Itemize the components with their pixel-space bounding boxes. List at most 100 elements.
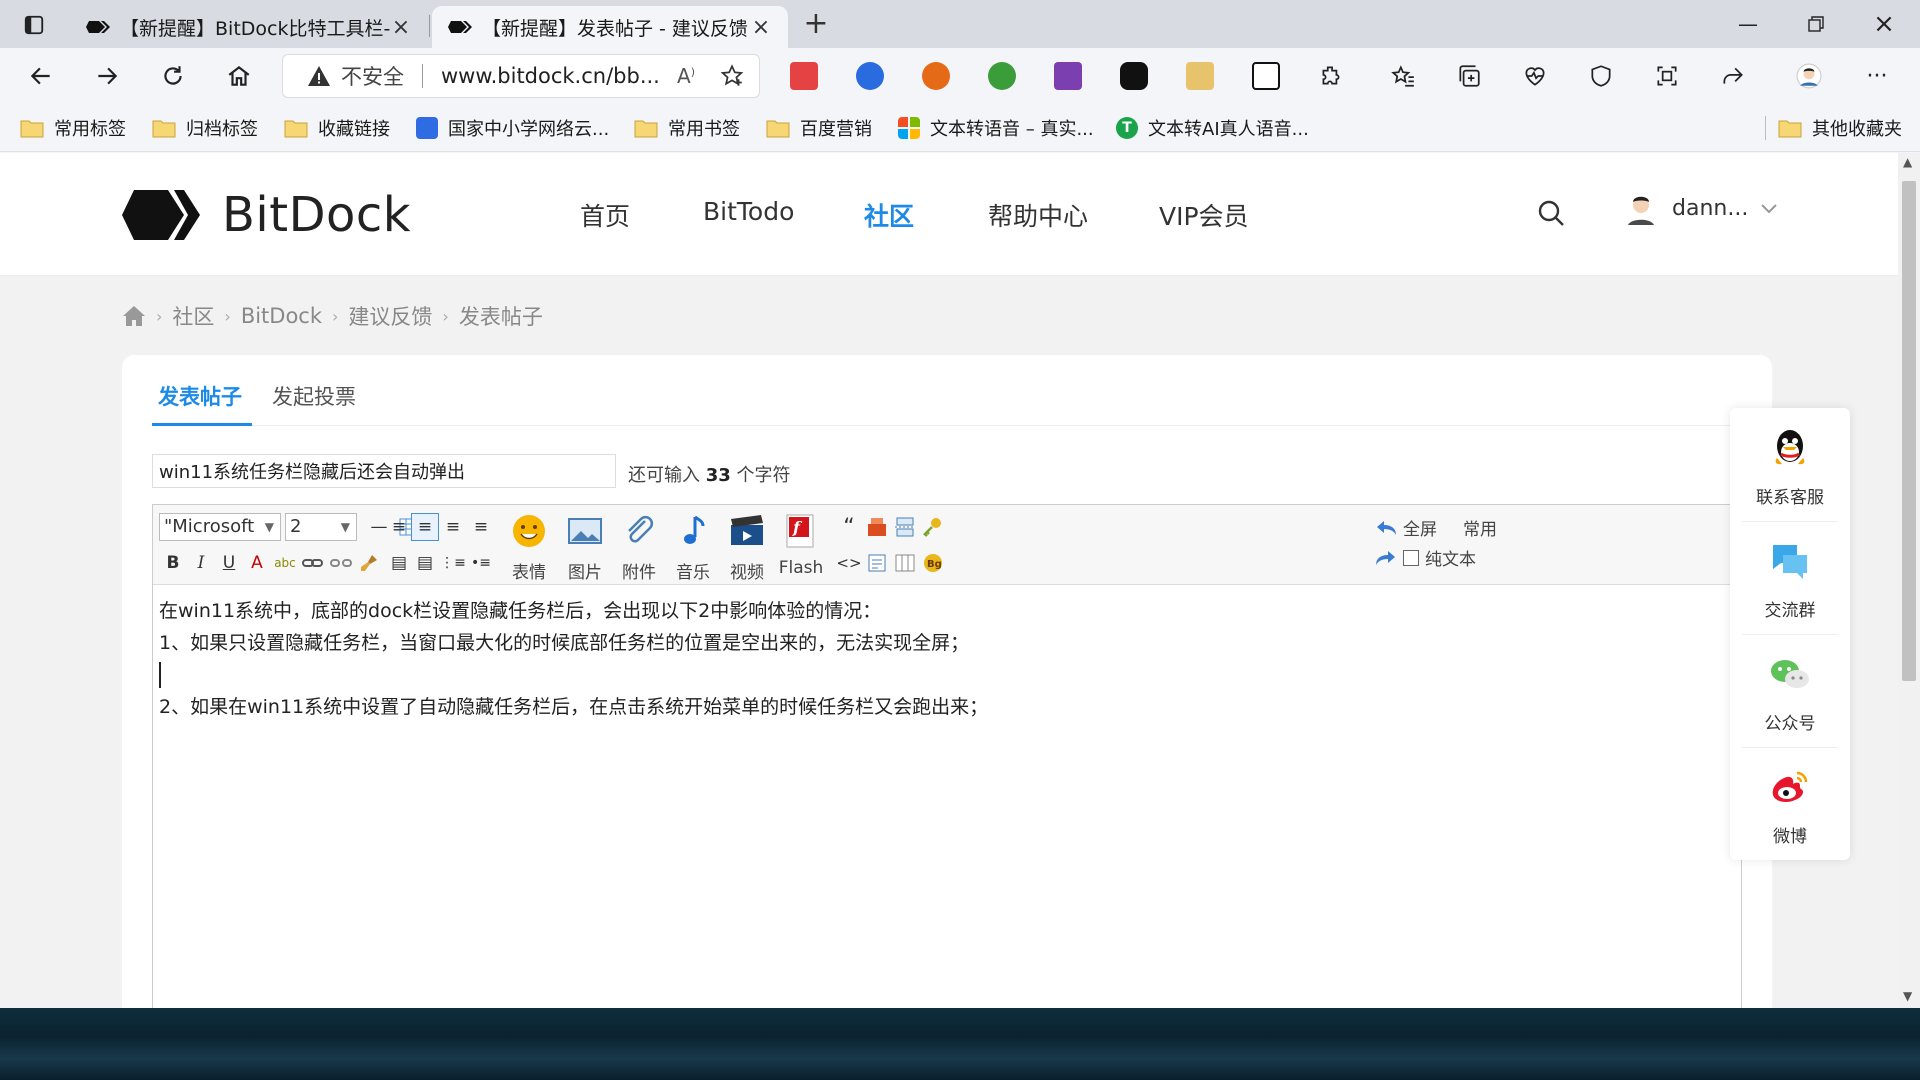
scroll-up-icon[interactable]: ▲ bbox=[1903, 155, 1912, 169]
align-center-button[interactable]: ≡ bbox=[439, 513, 467, 541]
extension-blue-icon[interactable] bbox=[856, 62, 884, 90]
more-menu-button[interactable]: ··· bbox=[1856, 56, 1898, 96]
search-icon[interactable] bbox=[1535, 197, 1567, 229]
italic-button[interactable]: I bbox=[187, 549, 215, 577]
tab-bitdock-manage[interactable]: 【新提醒】BitDock比特工具栏-管理 × bbox=[70, 6, 428, 48]
image-button[interactable]: 图片 bbox=[559, 513, 611, 583]
quote-button[interactable]: “ bbox=[835, 513, 863, 541]
align-right-button[interactable]: ≡ bbox=[385, 513, 413, 541]
security-button[interactable] bbox=[1580, 56, 1622, 96]
tab-start-poll[interactable]: 发起投票 bbox=[272, 381, 356, 411]
link-button[interactable] bbox=[299, 549, 327, 577]
close-window-button[interactable]: × bbox=[1850, 0, 1918, 48]
page-break-button[interactable] bbox=[891, 513, 919, 541]
extension-notion-icon[interactable] bbox=[1252, 62, 1280, 90]
extensions-button[interactable] bbox=[1310, 56, 1352, 96]
align-justify-button[interactable]: ≡ bbox=[467, 513, 495, 541]
tab-post-thread[interactable]: 发表帖子 bbox=[158, 381, 242, 411]
reload-button[interactable] bbox=[152, 56, 194, 96]
back-button[interactable] bbox=[20, 56, 62, 96]
font-color-button[interactable]: A bbox=[243, 549, 271, 577]
tab-post-thread[interactable]: 【新提醒】发表帖子 - 建议反馈 - B × bbox=[432, 6, 788, 48]
user-menu[interactable]: dann... bbox=[1622, 189, 1778, 227]
float-left-button[interactable]: ▤ bbox=[385, 549, 413, 577]
read-aloud-icon[interactable]: A) bbox=[677, 64, 703, 88]
extension-eyes-icon[interactable] bbox=[1120, 62, 1148, 90]
bookmark-folder-other[interactable]: 其他收藏夹 bbox=[1778, 114, 1902, 142]
breadcrumb-bitdock[interactable]: BitDock bbox=[241, 304, 322, 328]
free-content-button[interactable] bbox=[863, 513, 891, 541]
ordered-list-button[interactable]: ⋮≡ bbox=[439, 549, 467, 577]
bookmark-folder[interactable]: 归档标签 bbox=[152, 114, 258, 142]
align-left-button[interactable]: ≡ bbox=[411, 513, 439, 541]
float-right-button[interactable]: ▤ bbox=[411, 549, 439, 577]
breadcrumb-community[interactable]: 社区 bbox=[172, 301, 214, 331]
address-bar[interactable]: 不安全 www.bitdock.cn/bb... A) bbox=[282, 54, 760, 98]
site-logo[interactable]: BitDock bbox=[122, 187, 411, 243]
bookmark-link[interactable]: 文本转语音 – 真实... bbox=[898, 114, 1094, 142]
video-button[interactable]: 视频 bbox=[721, 513, 773, 583]
unlink-button[interactable] bbox=[327, 549, 355, 577]
scrollbar-thumb[interactable] bbox=[1902, 181, 1916, 681]
extension-notes-icon[interactable] bbox=[790, 62, 818, 90]
page-scrollbar[interactable]: ▲ ▼ bbox=[1898, 153, 1920, 1008]
home-button[interactable] bbox=[218, 56, 260, 96]
music-button[interactable]: 音乐 bbox=[667, 513, 719, 583]
favorites-button[interactable] bbox=[1382, 56, 1424, 96]
bookmark-folder[interactable]: 收藏链接 bbox=[284, 114, 390, 142]
tab-actions-button[interactable] bbox=[14, 10, 54, 40]
editor-content[interactable]: 在win11系统中，底部的dock栏设置隐藏任务栏后，会出现以下2中影响体验的情… bbox=[159, 595, 1729, 723]
title-input[interactable] bbox=[152, 454, 616, 488]
bookmark-link[interactable]: T 文本转AI真人语音... bbox=[1116, 114, 1309, 142]
password-button[interactable] bbox=[919, 513, 947, 541]
clear-format-button[interactable] bbox=[355, 549, 383, 577]
home-icon[interactable] bbox=[122, 305, 146, 327]
close-tab-icon[interactable]: × bbox=[750, 15, 772, 40]
nav-help-center[interactable]: 帮助中心 bbox=[988, 197, 1088, 233]
extension-onenote-icon[interactable] bbox=[1054, 62, 1082, 90]
nav-community[interactable]: 社区 bbox=[864, 197, 914, 233]
background-color-button[interactable]: Bg bbox=[919, 549, 947, 577]
insert-doc-button[interactable] bbox=[863, 549, 891, 577]
collections-button[interactable] bbox=[1448, 56, 1490, 96]
join-group-button[interactable]: 交流群 bbox=[1730, 521, 1850, 634]
extension-photo-icon[interactable] bbox=[1186, 62, 1214, 90]
performance-button[interactable] bbox=[1514, 56, 1556, 96]
font-size-select[interactable]: 2 ▼ bbox=[285, 513, 357, 541]
font-family-select[interactable]: "Microsoft ▼ bbox=[159, 513, 281, 541]
breadcrumb-feedback[interactable]: 建议反馈 bbox=[348, 301, 432, 331]
nav-bittodo[interactable]: BitTodo bbox=[703, 197, 794, 226]
emoji-button[interactable]: 表情 bbox=[503, 513, 555, 583]
scroll-down-icon[interactable]: ▼ bbox=[1903, 989, 1912, 1003]
minimize-button[interactable]: — bbox=[1714, 0, 1782, 48]
plaintext-toggle[interactable]: 纯文本 bbox=[1375, 545, 1476, 570]
code-button[interactable]: <> bbox=[835, 549, 863, 577]
bookmark-folder[interactable]: 常用书签 bbox=[634, 114, 740, 142]
attachment-button[interactable]: 附件 bbox=[613, 513, 665, 583]
forward-button[interactable] bbox=[86, 56, 128, 96]
extension-globe-icon[interactable] bbox=[988, 62, 1016, 90]
restore-button[interactable] bbox=[1782, 0, 1850, 48]
profile-button[interactable] bbox=[1788, 56, 1830, 96]
close-tab-icon[interactable]: × bbox=[390, 15, 412, 40]
nav-home[interactable]: 首页 bbox=[580, 197, 630, 233]
bookmark-folder[interactable]: 常用标签 bbox=[20, 114, 126, 142]
flash-button[interactable]: f Flash bbox=[775, 513, 827, 579]
screenshot-button[interactable] bbox=[1646, 56, 1688, 96]
bookmark-folder[interactable]: 百度营销 bbox=[766, 114, 872, 142]
new-tab-button[interactable]: + bbox=[796, 6, 836, 42]
extension-firefox-icon[interactable] bbox=[922, 62, 950, 90]
underline-button[interactable]: U bbox=[215, 549, 243, 577]
bookmark-link[interactable]: 国家中小学网络云... bbox=[416, 114, 609, 142]
contact-support-button[interactable]: 联系客服 bbox=[1730, 408, 1850, 521]
common-toggle[interactable]: 常用 bbox=[1463, 515, 1497, 540]
columns-button[interactable] bbox=[891, 549, 919, 577]
wechat-official-button[interactable]: 公众号 bbox=[1730, 634, 1850, 747]
highlight-button[interactable]: abc bbox=[271, 549, 299, 577]
plaintext-checkbox[interactable] bbox=[1403, 549, 1419, 566]
bold-button[interactable]: B bbox=[159, 549, 187, 577]
add-favorite-icon[interactable] bbox=[719, 63, 745, 89]
fullscreen-toggle[interactable]: 全屏 bbox=[1375, 515, 1437, 540]
nav-vip[interactable]: VIP会员 bbox=[1159, 197, 1249, 233]
unordered-list-button[interactable]: •≡ bbox=[467, 549, 495, 577]
